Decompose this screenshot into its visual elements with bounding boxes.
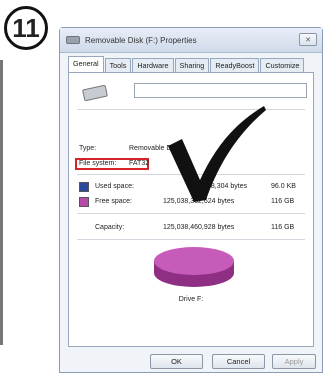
- divider: [77, 109, 305, 110]
- removable-drive-icon: [82, 84, 108, 102]
- type-value: Removable Disk: [129, 145, 180, 152]
- cancel-button[interactable]: Cancel: [212, 354, 265, 369]
- left-guide-line: [0, 60, 3, 345]
- tab-sharing[interactable]: Sharing: [174, 58, 210, 73]
- used-space-label: Used space:: [95, 183, 134, 190]
- free-space-label: Free space:: [95, 198, 132, 205]
- used-space-swatch: [79, 182, 89, 192]
- step-number: 11: [12, 12, 40, 43]
- apply-button[interactable]: Apply: [272, 354, 316, 369]
- disk-usage-pie: [154, 247, 234, 287]
- free-space-size: 116 GB: [271, 198, 295, 205]
- divider: [77, 213, 305, 214]
- divider: [77, 174, 305, 175]
- title-bar: Removable Disk (F:) Properties ✕: [60, 28, 322, 53]
- file-system-label: File system:: [79, 160, 117, 167]
- tab-readyboost[interactable]: ReadyBoost: [210, 58, 260, 73]
- capacity-label: Capacity:: [95, 224, 125, 231]
- used-space-size: 96.0 KB: [271, 183, 296, 190]
- used-space-bytes: 98,304 bytes: [207, 183, 248, 190]
- capacity-size: 116 GB: [271, 224, 295, 231]
- free-space-bytes: 125,038,362,624 bytes: [163, 198, 235, 205]
- tab-customize[interactable]: Customize: [260, 58, 305, 73]
- tab-hardware[interactable]: Hardware: [132, 58, 174, 73]
- general-panel: Type: Removable Disk File system: FAT32 …: [68, 72, 314, 347]
- file-system-value: FAT32: [129, 160, 150, 167]
- tab-tools[interactable]: Tools: [104, 58, 132, 73]
- drive-label: Drive F:: [178, 296, 204, 303]
- step-number-badge: 11: [4, 6, 48, 50]
- capacity-bytes: 125,038,460,928 bytes: [163, 224, 235, 231]
- tab-general[interactable]: General: [68, 56, 104, 73]
- ok-button[interactable]: OK: [150, 354, 203, 369]
- type-label: Type:: [79, 145, 97, 152]
- close-button[interactable]: ✕: [299, 33, 317, 46]
- pie-top-free: [154, 247, 234, 275]
- volume-label-input[interactable]: [134, 83, 307, 98]
- properties-window: Removable Disk (F:) Properties ✕ General…: [59, 27, 323, 373]
- divider: [77, 239, 305, 240]
- removable-drive-icon: [66, 36, 80, 44]
- close-icon: ✕: [305, 36, 311, 44]
- tab-strip: General Tools Hardware Sharing ReadyBoos…: [68, 56, 305, 73]
- free-space-swatch: [79, 197, 89, 207]
- window-title: Removable Disk (F:) Properties: [85, 35, 197, 45]
